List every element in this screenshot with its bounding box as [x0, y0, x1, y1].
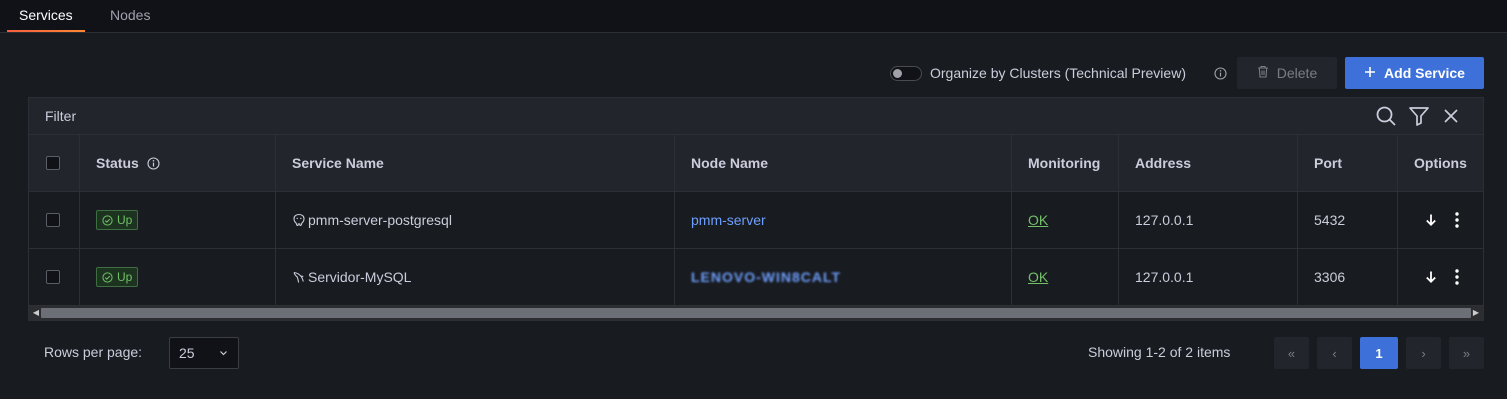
- header-node-name[interactable]: Node Name: [675, 135, 1012, 191]
- horizontal-scrollbar[interactable]: ◀ ▶: [29, 306, 1483, 320]
- table-row[interactable]: Up pmm-server-postgresql pmm-server OK 1…: [29, 192, 1483, 249]
- node-name-link-redacted[interactable]: LENOVO-WIN8CALT: [691, 269, 841, 285]
- service-name-cell: Servidor-MySQL: [276, 249, 675, 305]
- status-cell: Up: [80, 192, 276, 248]
- add-service-button[interactable]: Add Service: [1345, 57, 1484, 89]
- status-cell: Up: [80, 249, 276, 305]
- monitoring-cell: OK: [1012, 249, 1119, 305]
- monitoring-ok-link[interactable]: OK: [1028, 212, 1048, 228]
- filter-bar: Filter: [29, 98, 1483, 135]
- chevron-down-icon: [219, 338, 228, 381]
- options-cell: [1398, 249, 1483, 305]
- header-select-cell: [29, 135, 80, 191]
- header-monitoring[interactable]: Monitoring: [1012, 135, 1119, 191]
- status-info-icon[interactable]: [147, 156, 160, 170]
- postgresql-icon: [292, 213, 308, 227]
- node-name-cell: pmm-server: [675, 192, 1012, 248]
- tab-services[interactable]: Services: [4, 0, 88, 32]
- row-checkbox[interactable]: [46, 213, 60, 227]
- rows-per-page-select[interactable]: 25: [169, 337, 239, 369]
- service-name: pmm-server-postgresql: [308, 212, 452, 228]
- status-badge: Up: [96, 267, 139, 287]
- delete-button[interactable]: Delete: [1237, 57, 1337, 89]
- next-page-button[interactable]: ›: [1406, 337, 1441, 369]
- tab-nodes[interactable]: Nodes: [95, 0, 165, 32]
- add-service-label: Add Service: [1384, 65, 1465, 81]
- organize-by-clusters-toggle[interactable]: [890, 66, 922, 81]
- first-page-button[interactable]: «: [1274, 337, 1309, 369]
- filter-icon[interactable]: [1408, 105, 1430, 127]
- organize-by-clusters-text: Organize by Clusters (Technical Preview): [930, 65, 1186, 81]
- close-icon[interactable]: [1440, 105, 1462, 127]
- page-1-button[interactable]: 1: [1360, 337, 1398, 369]
- showing-items-text: Showing 1-2 of 2 items: [1088, 344, 1231, 360]
- rows-per-page-value: 25: [179, 345, 195, 361]
- plus-icon: [1364, 65, 1376, 81]
- organize-by-clusters-label: Organize by Clusters (Technical Preview): [930, 65, 1186, 81]
- scroll-right-arrow-icon[interactable]: ▶: [1471, 308, 1481, 318]
- port-cell: 5432: [1298, 192, 1398, 248]
- previous-page-button[interactable]: ‹: [1317, 337, 1352, 369]
- node-name-cell: LENOVO-WIN8CALT: [675, 249, 1012, 305]
- scroll-left-arrow-icon[interactable]: ◀: [31, 308, 41, 318]
- mysql-icon: [292, 270, 308, 284]
- port-cell: 3306: [1298, 249, 1398, 305]
- header-status-label: Status: [96, 155, 139, 171]
- address-cell: 127.0.0.1: [1119, 192, 1298, 248]
- last-page-button[interactable]: »: [1449, 337, 1484, 369]
- scrollbar-thumb[interactable]: [41, 308, 1471, 318]
- service-name: Servidor-MySQL: [308, 269, 412, 285]
- options-cell: [1398, 192, 1483, 248]
- search-icon[interactable]: [1375, 105, 1397, 127]
- row-checkbox[interactable]: [46, 270, 60, 284]
- check-circle-icon: [102, 271, 113, 283]
- expand-row-arrow-icon[interactable]: [1422, 211, 1440, 229]
- filter-label: Filter: [45, 108, 77, 124]
- services-table: Filter Status Service Name Node Name Mon…: [28, 97, 1484, 321]
- status-text: Up: [117, 213, 133, 227]
- select-all-checkbox[interactable]: [46, 156, 60, 170]
- table-row[interactable]: Up Servidor-MySQL LENOVO-WIN8CALT OK 127…: [29, 249, 1483, 306]
- row-select-cell: [29, 192, 80, 248]
- header-service-name[interactable]: Service Name: [276, 135, 675, 191]
- expand-row-arrow-icon[interactable]: [1422, 268, 1440, 286]
- info-icon[interactable]: [1214, 67, 1227, 80]
- more-options-icon[interactable]: [1448, 211, 1466, 229]
- delete-label: Delete: [1276, 65, 1318, 81]
- status-text: Up: [117, 270, 133, 284]
- check-circle-icon: [102, 214, 113, 226]
- rows-per-page-label: Rows per page:: [44, 344, 143, 360]
- header-address[interactable]: Address: [1119, 135, 1298, 191]
- more-options-icon[interactable]: [1448, 268, 1466, 286]
- header-status[interactable]: Status: [80, 135, 276, 191]
- page-tabs: Services Nodes: [0, 0, 1507, 33]
- monitoring-ok-link[interactable]: OK: [1028, 269, 1048, 285]
- header-options: Options: [1414, 155, 1467, 171]
- table-header: Status Service Name Node Name Monitoring…: [29, 135, 1483, 192]
- node-name-link[interactable]: pmm-server: [691, 212, 766, 228]
- header-port[interactable]: Port: [1298, 135, 1398, 191]
- status-badge: Up: [96, 210, 139, 230]
- address-cell: 127.0.0.1: [1119, 249, 1298, 305]
- trash-icon: [1257, 65, 1269, 81]
- monitoring-cell: OK: [1012, 192, 1119, 248]
- row-select-cell: [29, 249, 80, 305]
- service-name-cell: pmm-server-postgresql: [276, 192, 675, 248]
